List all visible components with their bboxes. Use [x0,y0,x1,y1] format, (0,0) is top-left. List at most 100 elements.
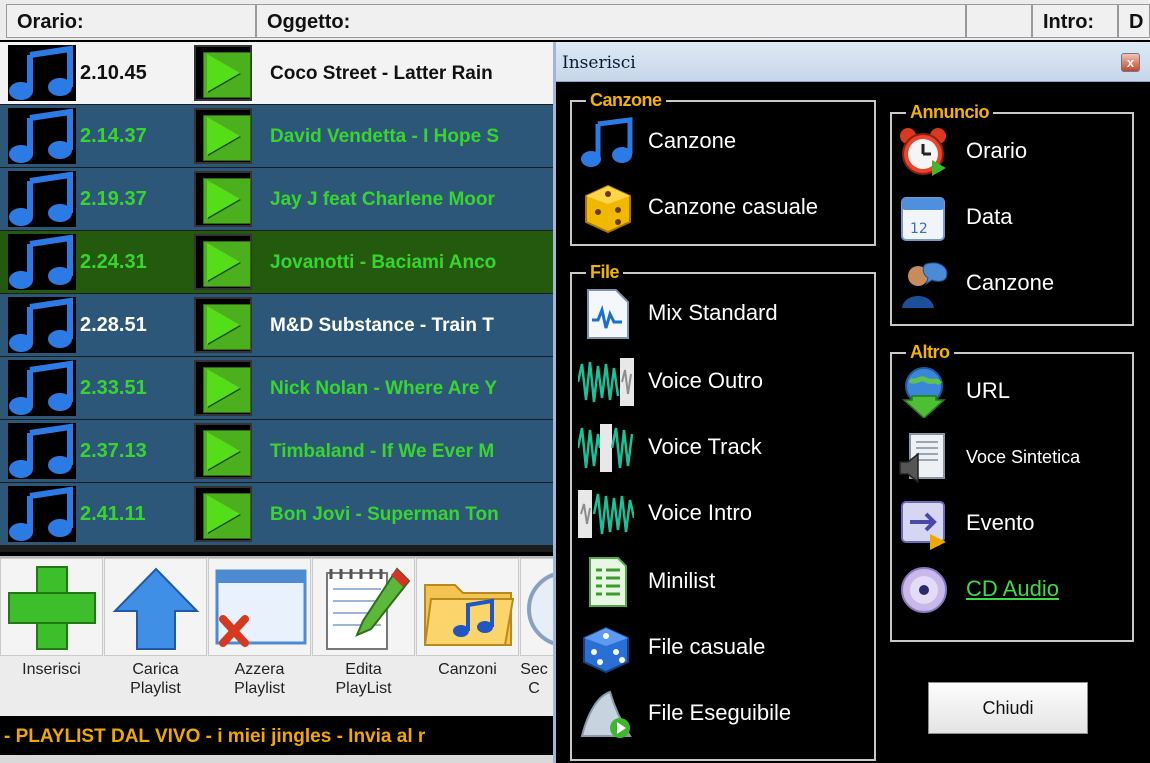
cd-icon [901,567,947,613]
music-note-icon [8,360,76,416]
group-altro-title: Altro [906,342,954,363]
waveform-track-icon [578,422,634,474]
arrow-up-icon [112,567,200,650]
speaker-person-icon [902,262,948,308]
column-header-intro[interactable]: Intro: [1032,4,1118,38]
group-annuncio-title: Annuncio [906,102,993,123]
row-title: M&D Substance - Train T [270,315,494,336]
notepad-pencil-icon [326,567,411,650]
item-canzone-casuale[interactable]: Canzone casuale [578,182,868,234]
column-header-object[interactable]: Oggetto: [256,4,966,38]
group-file-title: File [586,262,624,283]
event-arrow-icon [901,501,946,550]
alarm-clock-icon [900,128,946,176]
play-icon[interactable] [194,297,252,353]
item-canzone-annuncio-label: Canzone [966,270,1055,295]
playlist-row[interactable]: 2.28.51 M&D Substance - Train T [0,294,560,356]
marquee-text: - PLAYLIST DAL VIVO - i miei jingles - I… [4,726,426,747]
speaker-document-icon [899,433,945,484]
item-evento[interactable]: Evento [896,498,1126,550]
column-header-time[interactable]: Orario: [6,4,256,38]
playlist-row[interactable]: 2.33.51 Nick Nolan - Where Are Y [0,357,560,419]
column-header-d[interactable]: D [1118,4,1150,38]
row-time: 2.14.37 [80,125,147,147]
load-playlist-button[interactable] [104,558,207,656]
item-voce-sintetica[interactable]: Voce Sintetica [896,432,1126,484]
playlist-row[interactable]: 2.41.11 Bon Jovi - Superman Ton [0,483,560,545]
music-note-icon [8,297,76,353]
play-triangle [207,180,240,218]
executable-icon [580,690,632,738]
play-icon[interactable] [194,423,252,479]
item-voice-outro[interactable]: Voice Outro [578,356,868,408]
item-minilist[interactable]: Minilist [578,556,868,608]
music-note-icon [8,423,76,479]
item-file-eseguibile-label: File Eseguibile [648,700,792,725]
item-minilist-label: Minilist [648,568,716,593]
item-orario[interactable]: Orario [896,126,1126,178]
row-time: 2.28.51 [80,314,147,336]
load-playlist-label: Carica Playlist [130,661,181,697]
row-title: Timbaland - If We Ever M [270,441,495,462]
item-mix-standard-label: Mix Standard [648,300,778,325]
dialog-title: Inserisci [562,53,636,73]
play-icon[interactable] [194,234,252,290]
play-icon[interactable] [194,108,252,164]
play-icon[interactable] [194,171,252,227]
globe-download-icon [902,367,946,418]
edit-playlist-button[interactable] [312,558,415,656]
column-header-blank[interactable] [966,4,1032,38]
play-icon[interactable] [194,360,252,416]
item-cd-audio[interactable]: CD Audio [896,564,1126,616]
playlist-row[interactable]: 2.14.37 David Vendetta - I Hope S [0,105,560,167]
music-note-icon [8,486,76,542]
item-data-label: Data [966,204,1013,229]
item-canzone-annuncio[interactable]: Canzone [896,258,1126,310]
item-voce-sintetica-label: Voce Sintetica [966,447,1081,467]
playlist-row[interactable]: 2.24.31 Jovanotti - Baciami Anco [0,231,560,293]
playlist-rows: 2.10.45 Coco Street - Latter Rain 2.14.37 D… [0,42,560,552]
play-icon[interactable] [194,486,252,542]
songs-button[interactable] [416,558,519,656]
music-note-icon [578,116,634,168]
play-triangle [207,495,240,533]
group-annuncio: Annuncio Orario 12 Data Canzone [890,102,1134,326]
play-triangle [207,117,240,155]
blue-dice-icon [583,626,629,674]
close-icon[interactable]: x [1121,53,1140,72]
waveform-outro-icon [578,356,634,408]
item-voice-track-label: Voice Track [648,434,762,459]
bottom-strip [0,755,560,763]
row-title: David Vendetta - I Hope S [270,126,500,147]
clear-playlist-button[interactable] [208,558,311,656]
item-url[interactable]: URL [896,366,1126,418]
item-mix-standard[interactable]: Mix Standard [578,288,868,340]
item-voice-track[interactable]: Voice Track [578,422,868,474]
play-triangle [207,432,240,470]
music-note-icon [8,45,76,101]
list-document-icon [589,557,627,607]
play-icon[interactable] [194,45,252,101]
item-voice-intro[interactable]: Voice Intro [578,488,868,540]
item-cd-audio-link[interactable]: CD Audio [966,576,1059,602]
insert-button[interactable] [0,558,103,656]
item-voice-intro-label: Voice Intro [648,500,752,525]
playlist-row[interactable]: 2.37.13 Timbaland - If We Ever M [0,420,560,482]
play-triangle [207,306,240,344]
group-file: File Mix Standard Voice Outro Voice Trac… [570,262,876,761]
item-file-eseguibile[interactable]: File Eseguibile [578,688,868,740]
row-time: 2.41.11 [80,503,146,525]
group-canzone-title: Canzone [586,90,666,111]
playlist-row[interactable]: 2.19.37 Jay J feat Charlene Moor [0,168,560,230]
row-title: Coco Street - Latter Rain [270,63,493,84]
window-delete-icon [215,569,307,647]
dialog-titlebar[interactable]: Inserisci x [556,42,1150,82]
item-canzone[interactable]: Canzone [578,116,868,168]
close-button[interactable]: Chiudi [928,682,1088,734]
item-data[interactable]: 12 Data [896,192,1126,244]
playlist-row[interactable]: 2.10.45 Coco Street - Latter Rain [0,42,560,104]
playlist-header: Orario: Oggetto: Intro: D [0,0,1150,40]
item-file-casuale[interactable]: File casuale [578,622,868,674]
music-folder-icon [423,584,515,646]
music-note-icon [8,234,76,290]
